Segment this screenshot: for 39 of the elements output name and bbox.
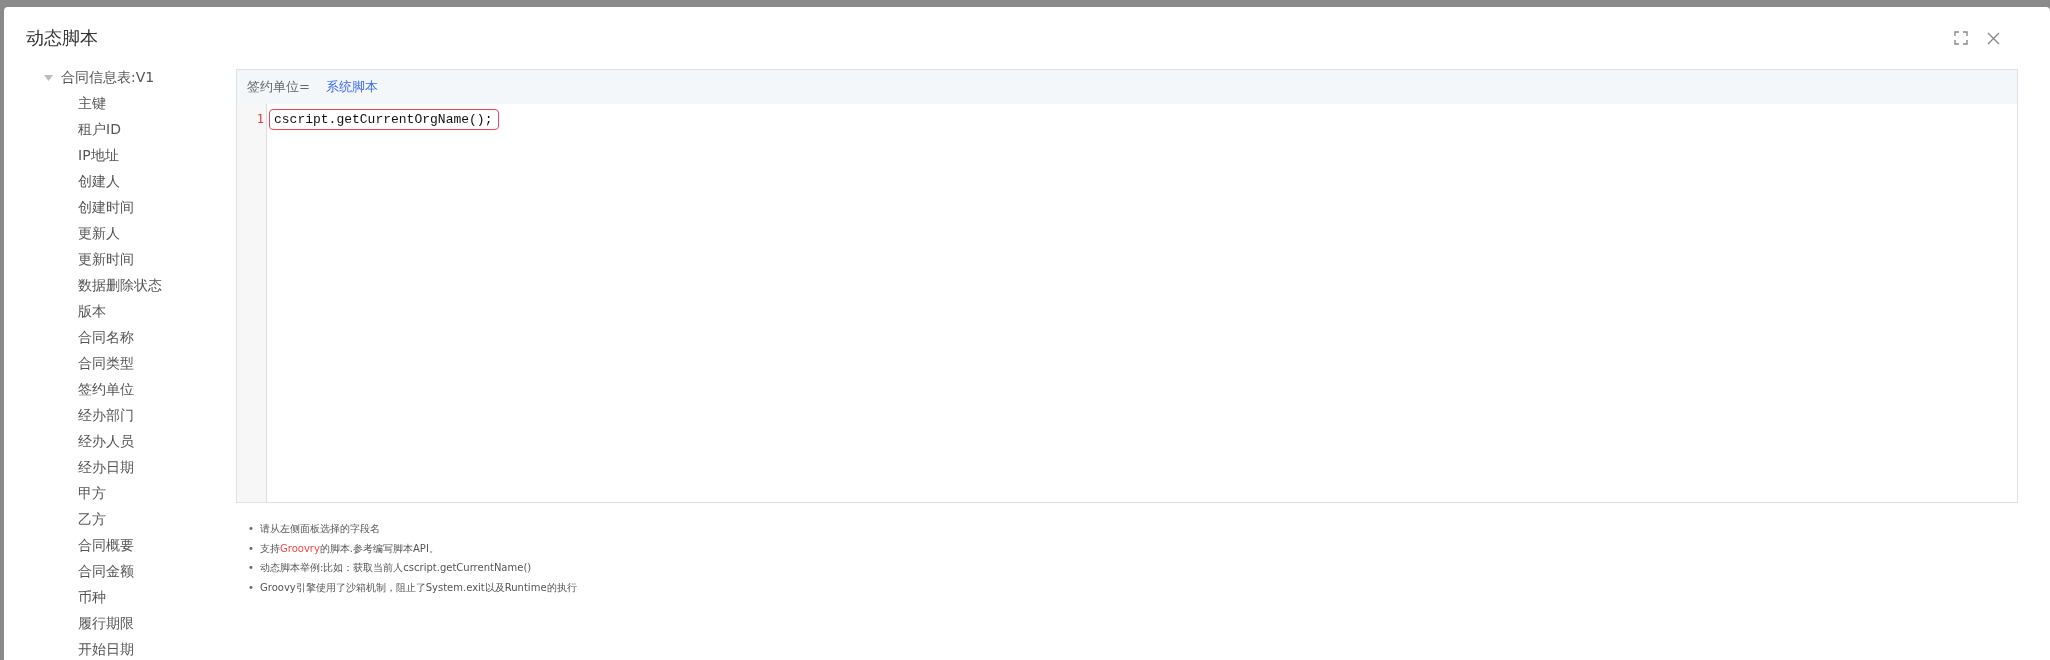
dialog-title: 动态脚本	[26, 26, 98, 50]
system-script-link[interactable]: 系统脚本	[325, 78, 378, 96]
close-icon[interactable]	[1987, 31, 2000, 45]
field-item[interactable]: 主键	[44, 90, 236, 116]
field-item[interactable]: 签约单位	[44, 376, 236, 402]
help-note: 请从左侧面板选择的字段名	[260, 522, 380, 536]
field-item[interactable]: 合同类型	[44, 350, 236, 376]
line-number: 1	[255, 111, 265, 128]
field-item[interactable]: IP地址	[44, 142, 236, 168]
field-item[interactable]: 开始日期	[44, 636, 236, 660]
field-item[interactable]: 合同概要	[44, 532, 236, 558]
field-item[interactable]: 币种	[44, 584, 236, 610]
bullet: •	[248, 580, 255, 595]
bullet: •	[248, 541, 255, 556]
field-item[interactable]: 合同金额	[44, 558, 236, 584]
field-item[interactable]: 租户ID	[44, 116, 236, 142]
field-label: 签约单位=	[247, 78, 310, 96]
help-note: 支持Groovry的脚本.参考编写脚本API。	[260, 541, 439, 556]
help-note: 动态脚本举例:比如：获取当前人cscript.getCurrentName()	[260, 561, 532, 575]
field-item[interactable]: 履行期限	[44, 610, 236, 636]
field-item[interactable]: 经办日期	[44, 454, 236, 480]
field-item[interactable]: 经办部门	[44, 402, 236, 428]
script-editor[interactable]: 签约单位= 系统脚本 1 cscript.getCurrentOrgName();	[236, 69, 2018, 503]
field-item[interactable]: 乙方	[44, 506, 236, 532]
field-item[interactable]: 甲方	[44, 480, 236, 506]
fullscreen-icon[interactable]	[1954, 31, 1968, 45]
bullet: •	[248, 522, 255, 536]
caret-icon[interactable]	[44, 75, 53, 81]
field-item[interactable]: 版本	[44, 298, 236, 324]
bullet: •	[248, 561, 255, 575]
tree-node[interactable]: 合同信息表:V1	[61, 69, 155, 87]
help-note: Groovy引擎使用了沙箱机制，阻止了System.exit以及Runtime的执行	[260, 580, 577, 595]
field-item[interactable]: 更新时间	[44, 246, 236, 272]
field-item[interactable]: 更新人	[44, 220, 236, 246]
field-item[interactable]: 创建时间	[44, 194, 236, 220]
field-item[interactable]: 合同名称	[44, 324, 236, 350]
field-item[interactable]: 数据删除状态	[44, 272, 236, 298]
field-item[interactable]: 经办人员	[44, 428, 236, 454]
field-item[interactable]: 创建人	[44, 168, 236, 194]
